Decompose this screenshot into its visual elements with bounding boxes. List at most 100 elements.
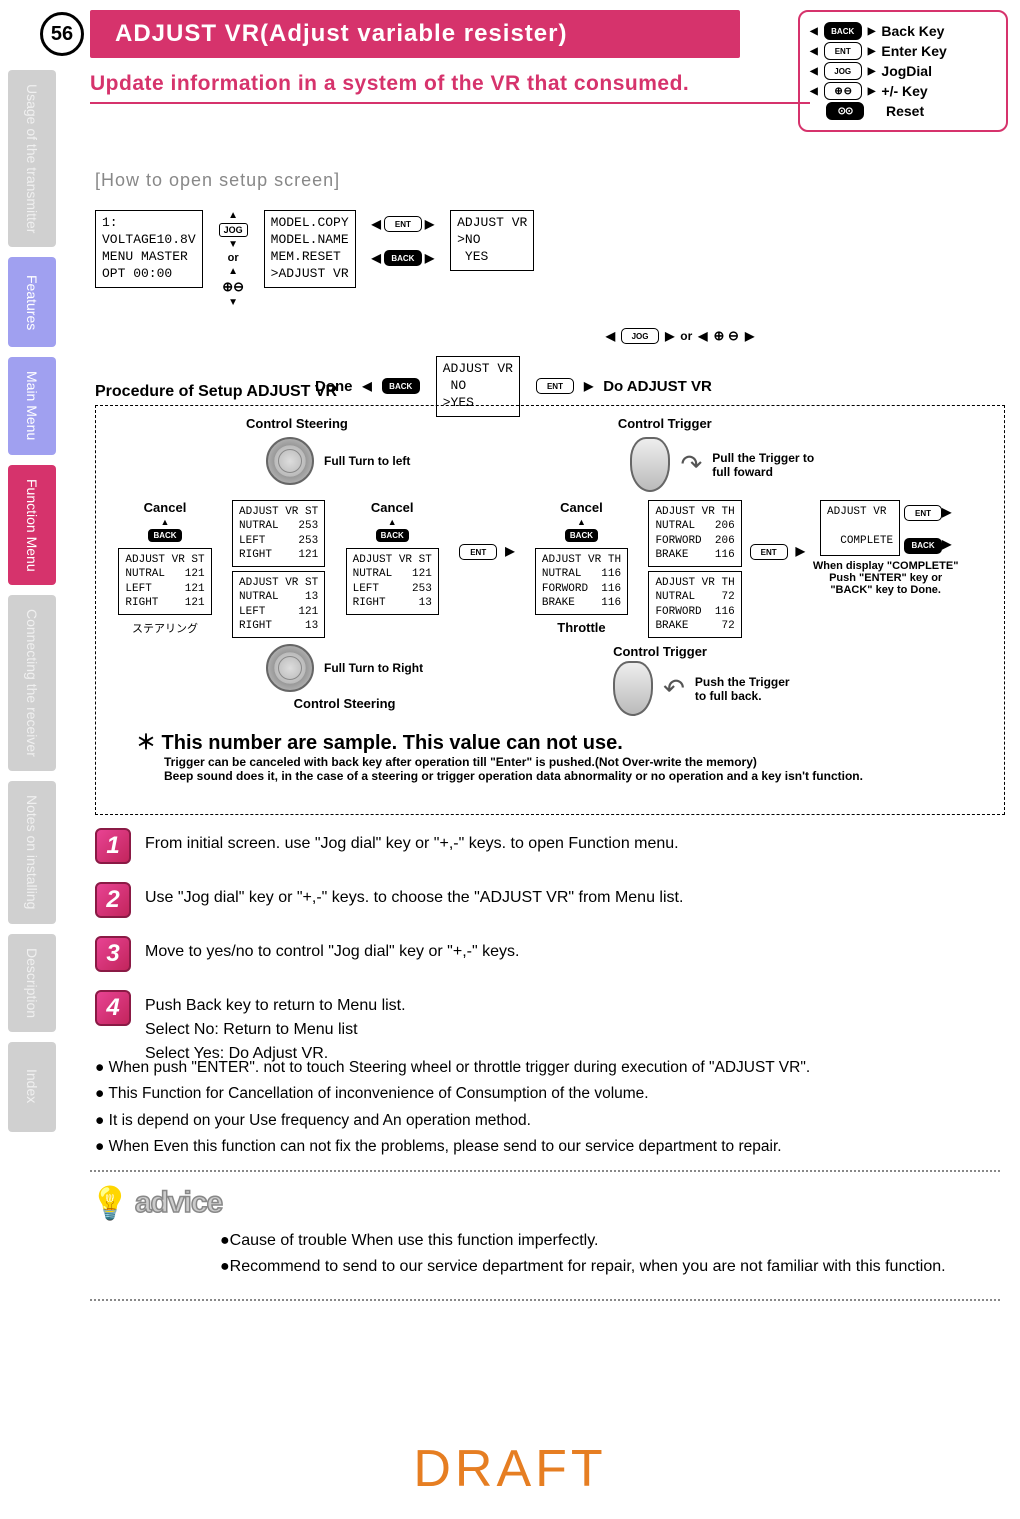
sidebar-tab-notes[interactable]: Notes on installing <box>8 781 56 923</box>
cancel-label: Cancel <box>371 500 414 515</box>
advice-label: advice <box>135 1186 222 1220</box>
arrow-right-icon: ▶ <box>425 251 434 265</box>
step-row: 3 Move to yes/no to control "Jog dial" k… <box>95 936 995 972</box>
lcd-st-13: ADJUST VR ST NUTRAL 13 LEFT 121 RIGHT 13 <box>232 571 325 638</box>
page-title: ADJUST VR(Adjust variable resister) <box>115 20 567 48</box>
side-tabs: Usage of the transmitter Features Main M… <box>8 70 56 1132</box>
full-turn-left-label: Full Turn to left <box>324 454 410 468</box>
reset-key-label: Reset <box>886 103 924 119</box>
lightbulb-icon: 💡 <box>90 1184 129 1222</box>
back-key-badge: BACK <box>565 529 598 542</box>
cancel-label: Cancel <box>144 500 187 515</box>
lcd-st-mixed: ADJUST VR ST NUTRAL 121 LEFT 253 RIGHT 1… <box>346 548 439 615</box>
sidebar-tab-description[interactable]: Description <box>8 934 56 1032</box>
ent-key-badge: ENT <box>536 378 574 394</box>
procedure-diagram: Control Steering Control Trigger Full Tu… <box>95 405 1005 815</box>
arrow-right-icon: ▶ <box>942 505 951 519</box>
step-text: From initial screen. use "Jog dial" key … <box>145 828 679 856</box>
lcd-th-72: ADJUST VR TH NUTRAL 72 FORWORD 116 BRAKE… <box>648 571 741 638</box>
arrow-right-icon: ▶ <box>868 26 876 37</box>
cancel-label: Cancel <box>560 500 603 515</box>
step-text: Move to yes/no to control "Jog dial" key… <box>145 936 519 964</box>
steering-jp-label: ステアリング <box>132 620 198 636</box>
control-trigger-label: Control Trigger <box>618 416 712 431</box>
sidebar-tab-connecting[interactable]: Connecting the receiver <box>8 595 56 771</box>
arrow-right-icon: ▶ <box>868 66 876 77</box>
step-number-4: 4 <box>95 990 131 1026</box>
arrow-left-icon: ◀ <box>810 66 818 77</box>
jog-badge: JOG <box>219 223 248 237</box>
arrow-left-icon: ◀ <box>372 217 381 231</box>
arrow-left-icon: ◀ <box>698 329 707 343</box>
notes-list: When push "ENTER". not to touch Steering… <box>95 1055 995 1160</box>
note-item: When Even this function can not fix the … <box>95 1134 995 1160</box>
advice-item: Recommend to send to our service departm… <box>220 1254 1000 1280</box>
back-key-badge: BACK <box>376 529 409 542</box>
sidebar-tab-usage[interactable]: Usage of the transmitter <box>8 70 56 247</box>
howto-heading: [How to open setup screen] <box>95 170 340 191</box>
enter-key-label: Enter Key <box>881 43 946 59</box>
step-row: 1 From initial screen. use "Jog dial" ke… <box>95 828 995 864</box>
setup-flow: 1: VOLTAGE10.8V MENU MASTER OPT 00:00 ▲ … <box>95 210 995 390</box>
key-legend: ◀ BACK ▶ Back Key ◀ ENT ▶ Enter Key ◀ JO… <box>798 10 1008 132</box>
arrow-left-icon: ◀ <box>810 26 818 37</box>
page-title-bar: ADJUST VR(Adjust variable resister) <box>90 10 740 58</box>
step-row: 2 Use "Jog dial" key or "+,-" keys. to c… <box>95 882 995 918</box>
step-number-2: 2 <box>95 882 131 918</box>
ent-key-badge: ENT <box>459 544 497 560</box>
do-adjust-label: Do ADJUST VR <box>603 378 712 395</box>
advice-item: Cause of trouble When use this function … <box>220 1228 1000 1254</box>
arrow-right-icon: ▶ <box>745 329 754 343</box>
pull-foward-label: Pull the Trigger to full foward <box>712 451 814 479</box>
lcd-th-206: ADJUST VR TH NUTRAL 206 FORWORD 206 BRAK… <box>648 500 741 567</box>
trigger-icon <box>630 437 670 492</box>
arrow-right-icon: ▶ <box>665 329 674 343</box>
ent-key-badge: ENT <box>904 505 942 521</box>
draft-watermark: DRAFT <box>413 1439 606 1499</box>
arrow-right-icon: ▶ <box>868 46 876 57</box>
star-sub1: Trigger can be canceled with back key af… <box>164 755 994 769</box>
lcd-screen-noyes: ADJUST VR >NO YES <box>450 210 534 271</box>
back-key-label: Back Key <box>881 23 944 39</box>
plusminus-icon: ⊕ ⊖ <box>714 328 739 344</box>
push-back-label: Push the Trigger to full back. <box>695 675 790 703</box>
steering-wheel-icon <box>266 437 314 485</box>
jog-or-plusminus: ▲ JOG ▼ or ▲ ⊕⊖ ▼ <box>219 210 248 308</box>
control-trigger-label: Control Trigger <box>613 644 707 659</box>
or-label: or <box>228 252 239 264</box>
lcd-screen-menu: MODEL.COPY MODEL.NAME MEM.RESET >ADJUST … <box>264 210 356 288</box>
sample-value-warning: ＊ This number are sample. This value can… <box>136 726 994 755</box>
or-label: or <box>680 329 692 343</box>
control-steering-label: Control Steering <box>294 696 396 711</box>
note-item: It is depend on your Use frequency and A… <box>95 1108 995 1134</box>
lcd-complete: ADJUST VR COMPLETE <box>820 500 900 556</box>
complete-note: When display "COMPLETE" Push "ENTER" key… <box>813 560 959 596</box>
step-number-3: 3 <box>95 936 131 972</box>
arrow-left-icon: ◀ <box>810 46 818 57</box>
steps-list: 1 From initial screen. use "Jog dial" ke… <box>95 828 995 1084</box>
jog-badge: JOG <box>621 328 659 344</box>
arrow-right-icon: ▶ <box>505 544 514 558</box>
step-number-1: 1 <box>95 828 131 864</box>
advice-box: 💡 advice Cause of trouble When use this … <box>90 1170 1000 1301</box>
sidebar-tab-main-menu[interactable]: Main Menu <box>8 357 56 454</box>
arrow-left-icon: ◀ <box>372 251 381 265</box>
arrow-right-icon: ▶ <box>796 544 805 558</box>
page-subtitle: Update information in a system of the VR… <box>90 72 810 104</box>
reset-key-badge: ⊙⊙ <box>826 102 864 120</box>
note-item: When push "ENTER". not to touch Steering… <box>95 1055 995 1081</box>
jog-key-label: JogDial <box>881 63 932 79</box>
sidebar-tab-index[interactable]: Index <box>8 1042 56 1132</box>
arrow-left-icon: ◀ <box>606 329 615 343</box>
arrow-right-icon: ▶ <box>942 537 951 551</box>
ent-key-badge: ENT <box>750 544 788 560</box>
throttle-label: Throttle <box>557 620 605 635</box>
sidebar-tab-features[interactable]: Features <box>8 257 56 347</box>
sidebar-tab-function-menu[interactable]: Function Menu <box>8 465 56 586</box>
back-key-badge: BACK <box>382 378 420 394</box>
ent-key-badge: ENT <box>824 42 862 60</box>
back-key-badge: BACK <box>384 250 422 266</box>
procedure-title: Procedure of Setup ADJUST VR <box>95 383 337 401</box>
note-item: This Function for Cancellation of inconv… <box>95 1081 995 1107</box>
lcd-screen-initial: 1: VOLTAGE10.8V MENU MASTER OPT 00:00 <box>95 210 203 288</box>
